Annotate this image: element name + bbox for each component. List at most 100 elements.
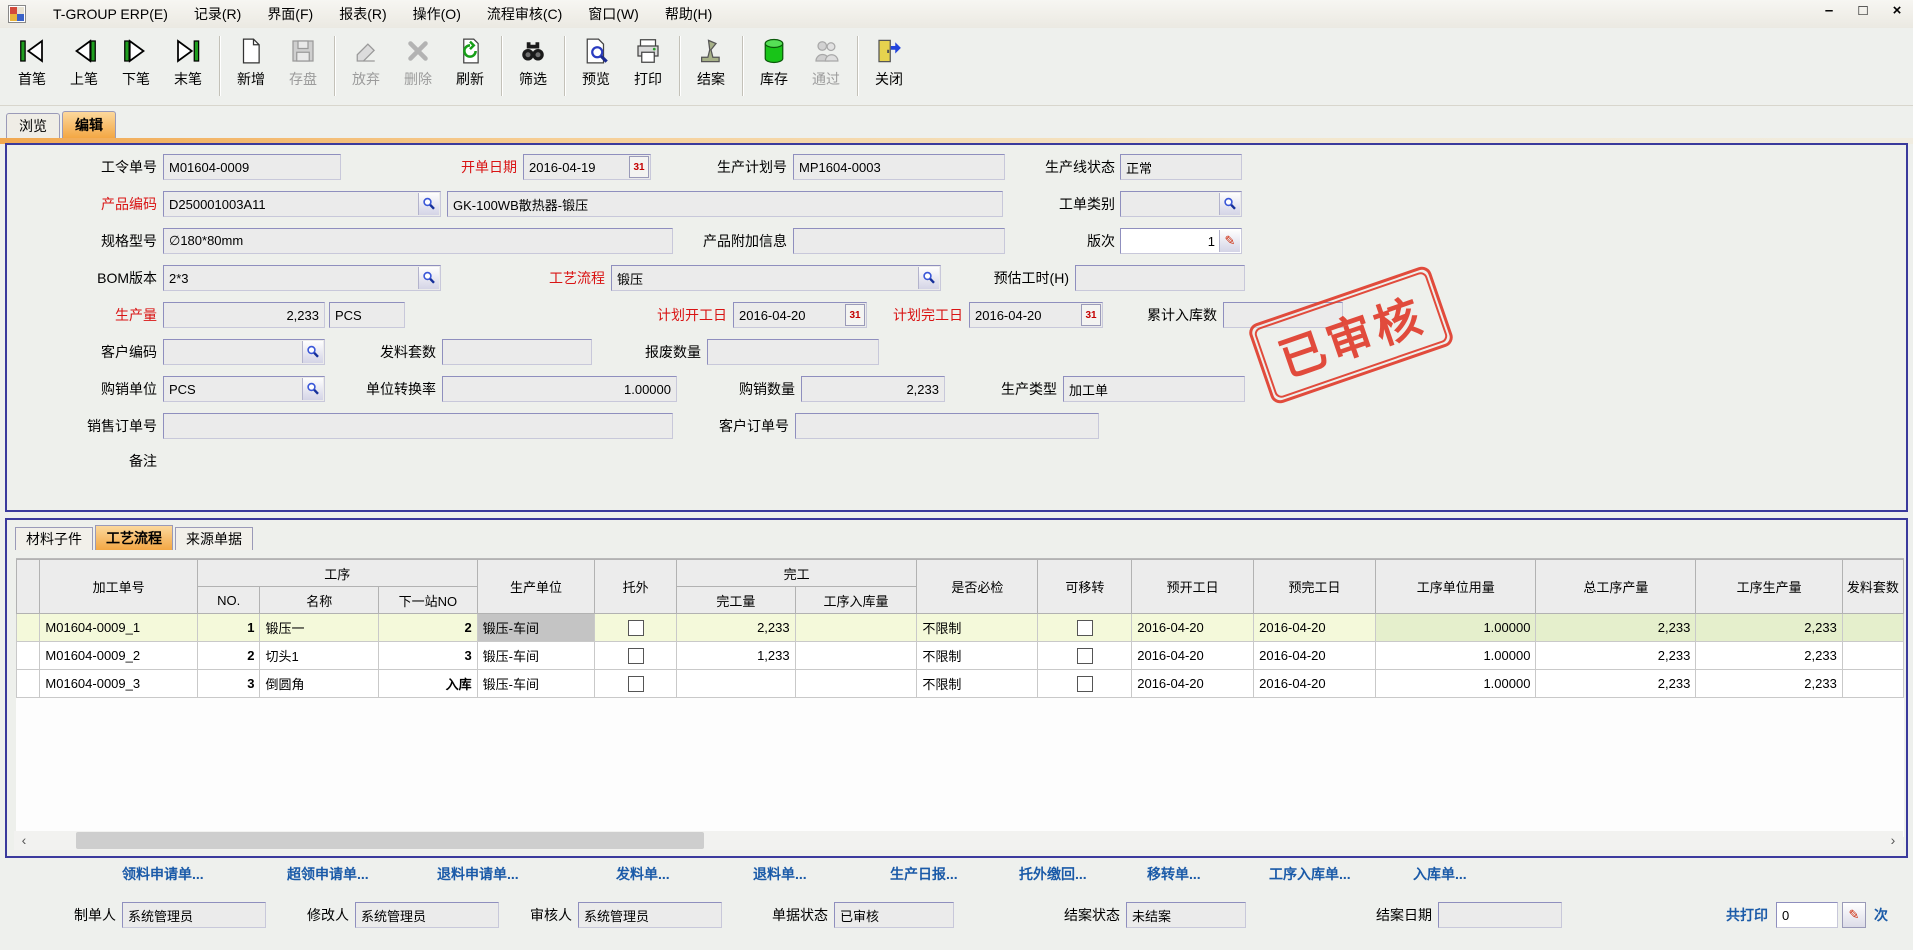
grid-cell[interactable]: 2	[197, 642, 260, 670]
grid-cell[interactable]: 3	[197, 670, 260, 698]
print-count-pencil-button[interactable]: ✎	[1842, 902, 1866, 928]
doc-link[interactable]: 超领申请单...	[287, 864, 369, 884]
plan-start-field[interactable]: 2016-04-2031	[733, 302, 867, 328]
doc-link[interactable]: 领料申请单...	[122, 864, 204, 884]
grid-cell[interactable]	[595, 642, 677, 670]
grid-cell[interactable]: 2016-04-20	[1254, 614, 1376, 642]
新增-button[interactable]: 新增	[225, 32, 277, 98]
scrollbar-thumb[interactable]	[76, 832, 704, 849]
grid-cell[interactable]: 不限制	[917, 614, 1038, 642]
menu-item[interactable]: 记录(R)	[181, 4, 254, 24]
checkbox[interactable]	[1077, 676, 1093, 692]
lookup-icon[interactable]	[302, 341, 323, 363]
customer-code-field[interactable]	[163, 339, 325, 365]
grid-cell[interactable]: 锻压-车间	[477, 642, 595, 670]
grid-cell[interactable]	[795, 614, 917, 642]
menu-item[interactable]: 报表(R)	[326, 4, 399, 24]
sales-order-no-field[interactable]	[163, 413, 673, 439]
spec-field[interactable]: ∅180*80mm	[163, 228, 673, 254]
open-date-field[interactable]: 2016-04-1931	[523, 154, 651, 180]
grid-cell[interactable]: 1.00000	[1375, 670, 1535, 698]
sales-qty-field[interactable]: 2,233	[801, 376, 945, 402]
checkbox[interactable]	[1077, 620, 1093, 636]
scrap-qty-field[interactable]	[707, 339, 879, 365]
grid-cell[interactable]	[1842, 670, 1903, 698]
筛选-button[interactable]: 筛选	[507, 32, 559, 98]
grid-cell[interactable]: 2,233	[1536, 670, 1696, 698]
est-hours-field[interactable]	[1075, 265, 1245, 291]
库存-button[interactable]: 库存	[748, 32, 800, 98]
menu-item[interactable]: 帮助(H)	[652, 4, 725, 24]
grid-cell[interactable]: 2	[379, 614, 478, 642]
lookup-icon[interactable]	[302, 378, 323, 400]
prod-type-field[interactable]: 加工单	[1063, 376, 1245, 402]
首笔-button[interactable]: 首笔	[6, 32, 58, 98]
grid-cell[interactable]: 2,233	[1696, 642, 1843, 670]
grid-cell[interactable]	[795, 642, 917, 670]
plan-finish-field[interactable]: 2016-04-2031	[969, 302, 1103, 328]
tab-source-docs[interactable]: 来源单据	[175, 527, 253, 550]
grid-cell[interactable]: M01604-0009_3	[40, 670, 198, 698]
pencil-lookup-icon[interactable]: ✎	[1219, 230, 1240, 252]
unit-rate-field[interactable]: 1.00000	[442, 376, 677, 402]
qty-unit-field[interactable]: PCS	[329, 302, 405, 328]
product-name-field[interactable]: GK-100WB散热器-锻压	[447, 191, 1003, 217]
grid-cell[interactable]: 2,233	[1536, 642, 1696, 670]
grid-cell[interactable]: 2,233	[1536, 614, 1696, 642]
tab-materials[interactable]: 材料子件	[15, 527, 93, 550]
menu-item[interactable]: 界面(F)	[254, 4, 326, 24]
menu-item[interactable]: 操作(O)	[400, 4, 474, 24]
horizontal-scrollbar[interactable]: ‹ ›	[14, 831, 1903, 850]
grid-cell[interactable]: 1.00000	[1375, 642, 1535, 670]
grid-cell[interactable]: 2016-04-20	[1132, 642, 1254, 670]
grid-cell[interactable]	[1038, 670, 1132, 698]
grid-cell[interactable]	[1842, 614, 1903, 642]
doc-link[interactable]: 入库单...	[1413, 864, 1467, 884]
grid-cell[interactable]: 1,233	[677, 642, 796, 670]
doc-link[interactable]: 发料单...	[616, 864, 670, 884]
doc-link[interactable]: 生产日报...	[890, 864, 958, 884]
grid-cell[interactable]: 2,233	[1696, 614, 1843, 642]
lookup-icon[interactable]	[418, 193, 439, 215]
grid-cell[interactable]: 2016-04-20	[1132, 670, 1254, 698]
line-status-field[interactable]: 正常	[1120, 154, 1242, 180]
tab-process-flow[interactable]: 工艺流程	[95, 525, 173, 550]
product-extra-field[interactable]	[793, 228, 1005, 254]
calendar-icon[interactable]: 31	[629, 156, 649, 178]
grid-cell[interactable]	[1038, 642, 1132, 670]
grid-cell[interactable]: 锻压-车间	[477, 614, 595, 642]
grid-cell[interactable]	[1842, 642, 1903, 670]
grid-cell[interactable]: 1.00000	[1375, 614, 1535, 642]
bom-version-field[interactable]: 2*3	[163, 265, 441, 291]
scroll-left-icon[interactable]: ‹	[14, 831, 34, 850]
grid-cell[interactable]: 2016-04-20	[1132, 614, 1254, 642]
grid-cell[interactable]: 2016-04-20	[1254, 642, 1376, 670]
plan-no-field[interactable]: MP1604-0003	[793, 154, 1005, 180]
sales-unit-field[interactable]: PCS	[163, 376, 325, 402]
menu-item[interactable]: 流程审核(C)	[474, 4, 575, 24]
process-flow-field[interactable]: 锻压	[611, 265, 941, 291]
issue-sets-field[interactable]	[442, 339, 592, 365]
grid-cell[interactable]	[1038, 614, 1132, 642]
row-indicator[interactable]	[17, 642, 40, 670]
order-no-field[interactable]: M01604-0009	[163, 154, 341, 180]
qty-field[interactable]: 2,233	[163, 302, 325, 328]
关闭-button[interactable]: 关闭	[863, 32, 915, 98]
checkbox[interactable]	[628, 648, 644, 664]
grid-cell[interactable]	[677, 670, 796, 698]
row-indicator[interactable]	[17, 614, 40, 642]
grid-cell[interactable]: 3	[379, 642, 478, 670]
tab-edit[interactable]: 编辑	[62, 111, 116, 138]
grid-cell[interactable]: M01604-0009_1	[40, 614, 198, 642]
menu-item[interactable]: 窗口(W)	[575, 4, 652, 24]
tab-browse[interactable]: 浏览	[6, 113, 60, 138]
calendar-icon[interactable]: 31	[1081, 304, 1101, 326]
lookup-icon[interactable]	[1219, 193, 1240, 215]
cust-order-no-field[interactable]	[795, 413, 1099, 439]
grid-cell[interactable]: 倒圆角	[260, 670, 379, 698]
grid-cell[interactable]: M01604-0009_2	[40, 642, 198, 670]
末笔-button[interactable]: 末笔	[162, 32, 214, 98]
minimize-button[interactable]: –	[1819, 2, 1839, 19]
下笔-button[interactable]: 下笔	[110, 32, 162, 98]
doc-link[interactable]: 退料申请单...	[437, 864, 519, 884]
